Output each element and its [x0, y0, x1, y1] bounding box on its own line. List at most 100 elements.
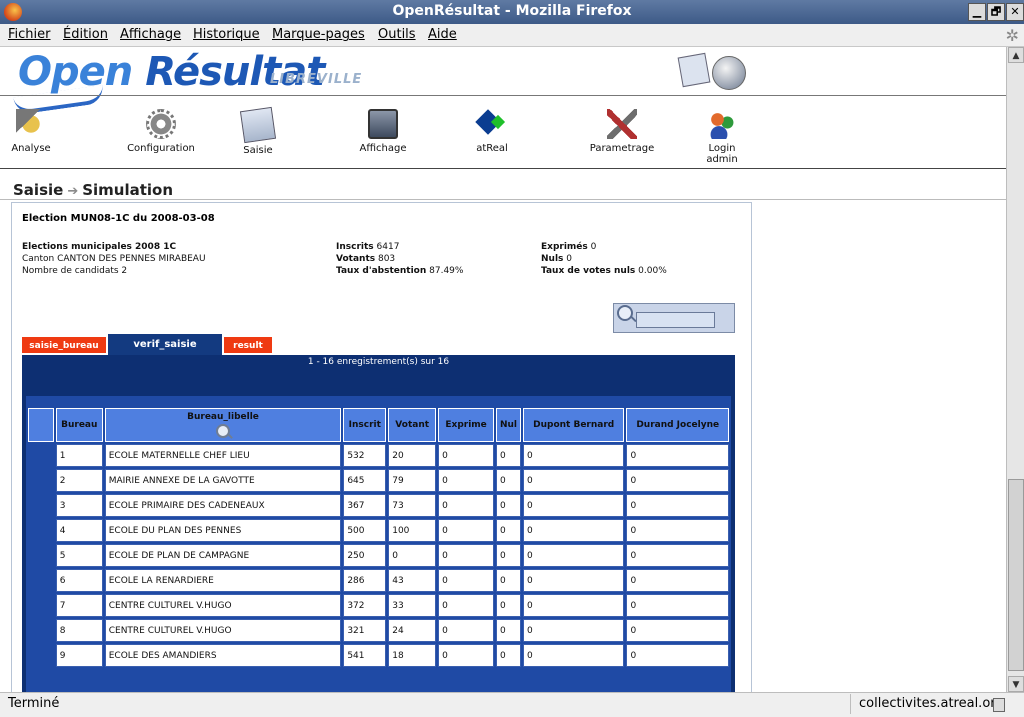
cell-bureau-libelle: CENTRE CULTUREL V.HUGO — [104, 594, 342, 617]
cell-exprime: 0 — [438, 544, 495, 567]
minimize-button[interactable]: ▁ — [968, 3, 986, 21]
monitor-icon — [368, 109, 398, 139]
cell-bureau-libelle: ECOLE PRIMAIRE DES CADENEAUX — [104, 494, 342, 517]
table-row[interactable]: 2 MAIRIE ANNEXE DE LA GAVOTTE 645 79 0 0 0 0 — [28, 469, 729, 492]
inscrits-label: Inscrits — [336, 242, 374, 252]
search-box — [613, 303, 735, 333]
cell-votant: 33 — [388, 594, 437, 617]
vertical-scrollbar[interactable]: ▲ ▼ — [1006, 47, 1024, 692]
help-icon[interactable] — [712, 56, 746, 90]
election-name: Elections municipales 2008 1C — [22, 242, 177, 252]
breadcrumb-page: Simulation — [82, 181, 174, 199]
status-text: Terminé — [8, 696, 60, 711]
menu-fichier[interactable]: Fichier — [8, 27, 51, 42]
column-header-durand[interactable]: Durand Jocelyne — [626, 408, 729, 442]
menu-bar: Fichier Édition Affichage Historique Mar… — [0, 24, 1024, 47]
toolbar-configuration[interactable]: Configuration — [124, 109, 198, 154]
cell-bureau: 7 — [55, 594, 103, 617]
tab-result[interactable]: result — [224, 337, 272, 353]
cell-dupont: 0 — [522, 494, 625, 517]
status-bar: Terminé collectivites.atreal.org — [0, 692, 1024, 717]
cell-nul: 0 — [496, 594, 521, 617]
menu-edition[interactable]: Édition — [63, 27, 108, 42]
scroll-up-icon[interactable]: ▲ — [1008, 47, 1024, 63]
nuls-label: Nuls — [541, 254, 564, 264]
cell-bureau-libelle: ECOLE DES AMANDIERS — [104, 644, 342, 667]
table-row[interactable]: 8 CENTRE CULTUREL V.HUGO 321 24 0 0 0 0 — [28, 619, 729, 642]
cell-inscrit: 250 — [343, 544, 387, 567]
breadcrumb-section: Saisie — [13, 181, 64, 199]
votants-label: Votants — [336, 254, 376, 264]
scrollbar-thumb[interactable] — [1008, 479, 1024, 671]
row-spacer — [28, 519, 54, 542]
cell-bureau-libelle: CENTRE CULTUREL V.HUGO — [104, 619, 342, 642]
cell-durand: 0 — [626, 494, 729, 517]
users-icon — [707, 109, 737, 139]
column-header-bureau[interactable]: Bureau — [55, 408, 103, 442]
nuls-taux-value: 0.00% — [638, 266, 667, 276]
table-row[interactable]: 7 CENTRE CULTUREL V.HUGO 372 33 0 0 0 0 — [28, 594, 729, 617]
table-body: 1 ECOLE MATERNELLE CHEF LIEU 532 20 0 0 0 0 2 MAI… — [28, 444, 729, 667]
maximize-button[interactable]: 🗗 — [987, 3, 1005, 21]
toolbar-login[interactable]: Login admin — [704, 109, 740, 165]
search-icon[interactable] — [216, 424, 231, 438]
toolbar-atreal[interactable]: atReal — [472, 109, 512, 154]
column-header-nul[interactable]: Nul — [496, 408, 521, 442]
lock-icon[interactable] — [993, 698, 1005, 712]
row-spacer — [28, 619, 54, 642]
cell-bureau: 2 — [55, 469, 103, 492]
scroll-down-icon[interactable]: ▼ — [1008, 676, 1024, 692]
atreal-icon — [477, 109, 507, 139]
notepad-icon[interactable] — [677, 52, 711, 88]
menu-aide[interactable]: Aide — [428, 27, 457, 42]
votants-value: 803 — [377, 254, 396, 264]
tab-saisie-bureau[interactable]: saisie_bureau — [22, 337, 106, 353]
cell-nul: 0 — [496, 569, 521, 592]
menu-marque-pages[interactable]: Marque-pages — [272, 27, 365, 42]
row-spacer — [28, 544, 54, 567]
abstention-label: Taux d'abstention — [336, 266, 427, 276]
throbber-icon: ✲ — [1005, 26, 1019, 45]
menu-affichage[interactable]: Affichage — [120, 27, 181, 42]
table-row[interactable]: 4 ECOLE DU PLAN DES PENNES 500 100 0 0 0 0 — [28, 519, 729, 542]
search-icon[interactable] — [617, 305, 633, 321]
table-row[interactable]: 9 ECOLE DES AMANDIERS 541 18 0 0 0 0 — [28, 644, 729, 667]
table-row[interactable]: 6 ECOLE LA RENARDIERE 286 43 0 0 0 0 — [28, 569, 729, 592]
cell-bureau: 1 — [55, 444, 103, 467]
table-row[interactable]: 1 ECOLE MATERNELLE CHEF LIEU 532 20 0 0 0 0 — [28, 444, 729, 467]
nuls-value: 0 — [566, 254, 572, 264]
column-header-bureau-libelle[interactable]: Bureau_libelle — [104, 408, 342, 442]
column-header-dupont[interactable]: Dupont Bernard — [522, 408, 625, 442]
column-header-exprime[interactable]: Exprime — [438, 408, 495, 442]
toolbar-saisie[interactable]: Saisie — [239, 106, 277, 156]
menu-outils[interactable]: Outils — [378, 27, 416, 42]
table-row[interactable]: 3 ECOLE PRIMAIRE DES CADENEAUX 367 73 0 0 0 0 — [28, 494, 729, 517]
toolbar-analyse[interactable]: Analyse — [8, 109, 54, 154]
cell-durand: 0 — [626, 444, 729, 467]
cell-durand: 0 — [626, 519, 729, 542]
search-input[interactable] — [636, 312, 715, 328]
close-button[interactable]: ✕ — [1006, 3, 1024, 21]
tab-verif-saisie[interactable]: verif_saisie — [108, 334, 222, 355]
column-header-inscrit[interactable]: Inscrit — [343, 408, 387, 442]
table-row[interactable]: 5 ECOLE DE PLAN DE CAMPAGNE 250 0 0 0 0 0 — [28, 544, 729, 567]
election-stats-1: Inscrits 6417 Votants 803 Taux d'abstent… — [336, 241, 463, 277]
toolbar-affichage[interactable]: Affichage — [356, 109, 410, 154]
cell-dupont: 0 — [522, 444, 625, 467]
cell-exprime: 0 — [438, 444, 495, 467]
cell-bureau: 5 — [55, 544, 103, 567]
column-header-votant[interactable]: Votant — [388, 408, 437, 442]
toolbar-parametrage[interactable]: Parametrage — [588, 109, 656, 154]
cell-dupont: 0 — [522, 594, 625, 617]
table-container: Bureau Bureau_libelle Inscrit Votant Exp… — [26, 396, 731, 692]
toolbar-divider — [0, 168, 1006, 169]
menu-historique[interactable]: Historique — [193, 27, 260, 42]
cell-dupont: 0 — [522, 519, 625, 542]
toolbar-label: atReal — [476, 143, 508, 154]
cell-exprime: 0 — [438, 494, 495, 517]
election-stats-2: Exprimés 0 Nuls 0 Taux de votes nuls 0.0… — [541, 241, 667, 277]
exprimes-value: 0 — [590, 242, 597, 252]
cell-bureau: 4 — [55, 519, 103, 542]
cell-inscrit: 532 — [343, 444, 387, 467]
column-header-label: Bureau_libelle — [187, 412, 259, 422]
